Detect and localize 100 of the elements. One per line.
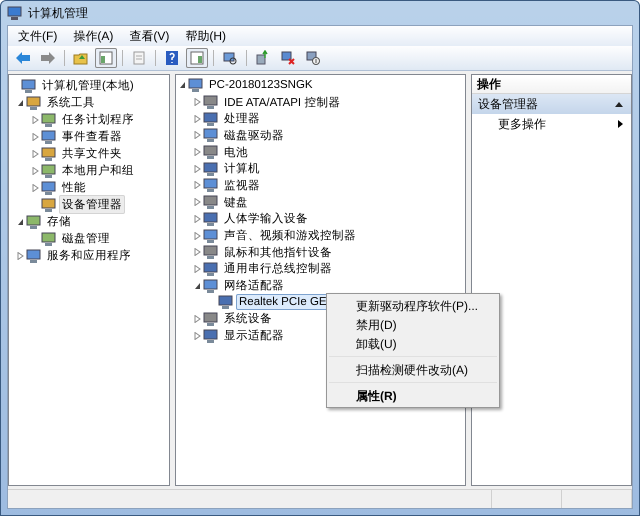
tree-item[interactable]: IDE ATA/ATAPI 控制器 [221, 92, 344, 112]
tree-item[interactable]: 显示适配器 [221, 326, 287, 346]
tree-item[interactable]: 处理器 [221, 109, 263, 128]
submenu-arrow-icon [618, 120, 623, 128]
action-item[interactable]: 更多操作 [472, 114, 631, 134]
collapse-arrow-icon[interactable] [178, 81, 186, 90]
back-arrow-icon [15, 51, 31, 65]
tree-item[interactable]: 系统工具 [44, 93, 98, 112]
menu-item[interactable]: 帮助(H) [179, 28, 232, 44]
menu-item[interactable]: 卸载(U) [329, 334, 497, 357]
device-icon [41, 162, 57, 178]
device-icon [188, 77, 204, 94]
tree-item[interactable]: 人体学输入设备 [221, 209, 311, 228]
action-pane-button[interactable] [186, 48, 208, 68]
tree-item[interactable]: 设备管理器 [59, 195, 125, 214]
collapse-arrow-icon[interactable] [16, 218, 24, 226]
expand-arrow-icon[interactable] [194, 181, 200, 190]
actions-section[interactable]: 设备管理器 [472, 94, 631, 114]
tree-item[interactable]: 存储 [44, 212, 74, 231]
tree-item[interactable]: 磁盘管理 [59, 229, 113, 248]
collapse-arrow-icon [615, 101, 623, 107]
expand-arrow-icon[interactable] [194, 114, 200, 123]
expand-arrow-icon[interactable] [32, 166, 38, 174]
device-icon [41, 180, 57, 196]
device-icon [26, 214, 42, 230]
expand-arrow-icon[interactable] [194, 131, 200, 140]
menu-item[interactable]: 文件(F) [12, 28, 64, 44]
tree-item[interactable]: 网络适配器 [221, 276, 287, 296]
expand-arrow-icon[interactable] [194, 332, 200, 340]
expand-arrow-icon[interactable] [32, 132, 38, 140]
device-icon [203, 160, 219, 177]
tree-item[interactable]: 声音、视频和游戏控制器 [221, 226, 359, 246]
expand-arrow-icon[interactable] [194, 264, 200, 273]
expand-arrow-icon[interactable] [194, 314, 200, 323]
device-down-icon [305, 50, 321, 66]
menu-item[interactable]: 属性(R) [329, 386, 497, 405]
window-title: 计算机管理 [28, 4, 88, 22]
device-icon [26, 248, 42, 264]
tree-item[interactable]: 服务和应用程序 [44, 246, 134, 265]
expand-arrow-icon[interactable] [194, 248, 200, 256]
forward-arrow-icon [40, 51, 56, 65]
device-icon [203, 244, 219, 260]
device-icon [218, 294, 234, 310]
tree-item[interactable]: PC-20180123SNGK [206, 77, 316, 94]
expand-arrow-icon[interactable] [194, 164, 200, 173]
expand-arrow-icon[interactable] [194, 98, 200, 106]
device-icon [203, 228, 219, 244]
expand-arrow-icon[interactable] [194, 148, 200, 156]
tree-item[interactable]: 本地用户和组 [59, 161, 137, 180]
tree-item[interactable]: 系统设备 [221, 309, 275, 328]
device-icon [203, 278, 219, 294]
document-icon [131, 50, 147, 66]
device-icon [41, 146, 57, 162]
menu-item[interactable]: 更新驱动程序软件(P)... [329, 296, 497, 315]
menu-item[interactable]: 扫描检测硬件改动(A) [329, 360, 497, 383]
device-icon [21, 78, 37, 94]
collapse-arrow-icon[interactable] [16, 98, 24, 106]
expand-arrow-icon[interactable] [194, 214, 200, 223]
tree-item[interactable]: 事件查看器 [59, 127, 125, 146]
device-x-icon [280, 50, 296, 66]
device-icon [41, 230, 57, 246]
tree-item[interactable]: 鼠标和其他指针设备 [221, 242, 335, 262]
device-icon [203, 210, 219, 227]
collapse-arrow-icon[interactable] [194, 282, 200, 290]
tree-item[interactable]: 通用串行总线控制器 [221, 259, 335, 278]
device-icon [203, 194, 219, 210]
actions-header: 操作 [472, 75, 631, 94]
device-icon [41, 196, 57, 212]
tree-item[interactable]: 计算机管理(本地) [39, 76, 137, 95]
pane-toggle-button[interactable] [95, 48, 117, 68]
tree-item[interactable]: 磁盘驱动器 [221, 126, 287, 145]
tree-item[interactable]: 任务计划程序 [59, 110, 137, 129]
tree-item[interactable]: 计算机 [221, 159, 263, 178]
menu-item[interactable]: 禁用(D) [329, 315, 497, 334]
expand-arrow-icon[interactable] [194, 198, 200, 206]
device-icon [203, 110, 219, 127]
tree-item[interactable]: 键盘 [221, 192, 251, 212]
tree-item[interactable]: 监视器 [221, 176, 263, 195]
device-icon [203, 127, 219, 144]
device-icon [26, 94, 42, 110]
device-icon [203, 144, 219, 160]
tree-item[interactable]: 电池 [221, 142, 251, 162]
panel-icon [98, 50, 114, 66]
device-icon [203, 328, 219, 344]
computer-icon [7, 5, 23, 21]
expand-arrow-icon[interactable] [16, 252, 24, 260]
monitor-search-icon [222, 50, 238, 66]
device-icon [203, 177, 219, 194]
device-icon [41, 112, 57, 128]
menu-item[interactable]: 操作(A) [67, 28, 120, 44]
device-icon [41, 128, 57, 144]
menu-item[interactable]: 查看(V) [123, 28, 176, 44]
tree-item[interactable]: 性能 [59, 178, 89, 197]
expand-arrow-icon[interactable] [194, 232, 200, 240]
expand-arrow-icon[interactable] [32, 150, 38, 158]
device-icon [203, 260, 219, 277]
device-icon [203, 310, 219, 327]
tree-item[interactable]: 共享文件夹 [59, 144, 125, 163]
expand-arrow-icon[interactable] [32, 184, 38, 192]
expand-arrow-icon[interactable] [32, 116, 38, 124]
